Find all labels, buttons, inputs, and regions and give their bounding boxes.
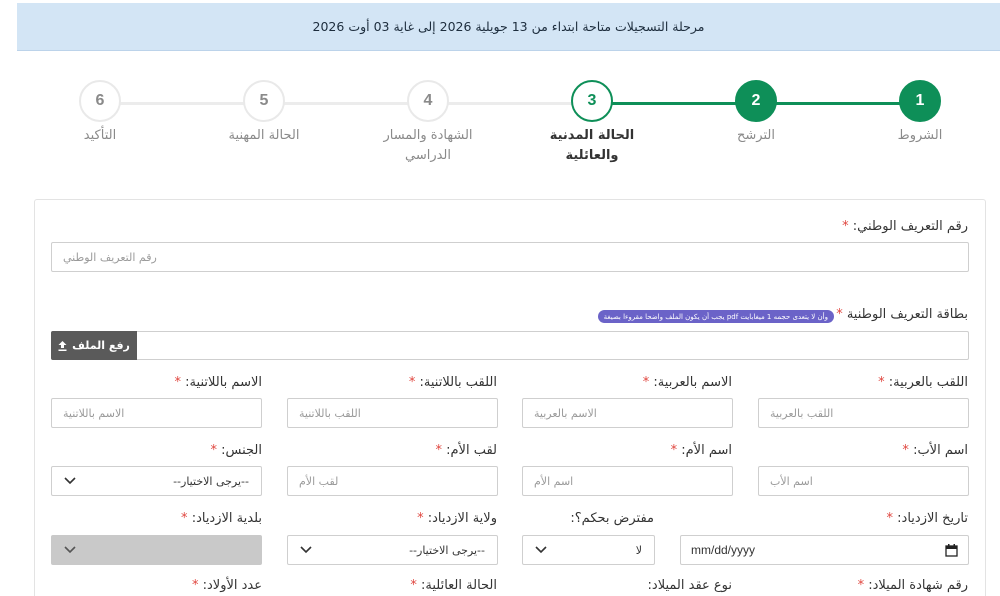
step-education[interactable]: 4 الشهادة والمسار الدراسي (358, 80, 498, 166)
step-professional-status[interactable]: 5 الحالة المهنية (194, 80, 334, 146)
presumed-label: مفترض بحكم؟: (570, 511, 654, 526)
calendar-icon[interactable] (945, 543, 958, 557)
father-name-input[interactable]: اسم الأب (758, 466, 969, 496)
chevron-down-icon (64, 546, 76, 554)
registration-period-banner: مرحلة التسجيلات متاحة ابتداء من 13 جويلي… (17, 3, 1000, 51)
mother-name-input[interactable]: اسم الأم (522, 466, 733, 496)
mother-name-label: اسم الأم: * (670, 443, 732, 458)
banner-text: مرحلة التسجيلات متاحة ابتداء من 13 جويلي… (312, 19, 705, 34)
children-count-label: عدد الأولاد: * (191, 578, 262, 593)
id-card-label: بطاقة التعريف الوطنية * (836, 307, 968, 322)
presumed-select-value: لا (635, 543, 642, 557)
birth-date-input[interactable]: mm/dd/yyyy (680, 535, 969, 565)
birth-commune-select[interactable] (51, 535, 262, 565)
step-conditions[interactable]: 1 الشروط (850, 80, 990, 146)
upload-file-button[interactable]: رفع الملف (51, 331, 137, 360)
file-requirements-badge: يجب أن يكون الملف واضحا مقروءا بصيغة pdf… (597, 310, 834, 323)
birth-date-label: تاريخ الازدياد: * (886, 511, 968, 526)
step-label: الشهادة والمسار الدراسي (358, 126, 498, 166)
chevron-down-icon (300, 546, 312, 554)
first-name-lat-input[interactable]: الاسم باللاتنية (51, 398, 262, 428)
birth-wilaya-select-value: --يرجى الاختيار-- (409, 543, 485, 557)
birth-date-value: mm/dd/yyyy (691, 543, 756, 557)
first-name-ar-label: الاسم بالعربية: * (642, 375, 732, 390)
national-id-label: رقم التعريف الوطني: * (842, 219, 968, 234)
family-status-label: الحالة العائلية: * (410, 578, 497, 593)
birth-cert-no-label: رقم شهادة الميلاد: * (857, 578, 968, 593)
upload-icon (58, 340, 67, 351)
step-label: التأكيد (83, 128, 117, 143)
birth-wilaya-label: ولاية الازدياد: * (417, 511, 497, 526)
mother-last-name-label: لقب الأم: * (435, 443, 497, 458)
step-label: الحالة المهنية (228, 128, 300, 143)
father-name-label: اسم الأب: * (902, 443, 968, 458)
step-label: الشروط (897, 128, 943, 143)
step-civil-status[interactable]: 3 الحالة المدنية والعائلية (522, 80, 662, 166)
step-label-line: الشهادة والمسار (383, 128, 473, 143)
presumed-select[interactable]: لا (522, 535, 655, 565)
birth-wilaya-select[interactable]: --يرجى الاختيار-- (287, 535, 498, 565)
step-number: 1 (899, 80, 941, 122)
step-number: 6 (79, 80, 121, 122)
step-number: 2 (735, 80, 777, 122)
step-confirmation[interactable]: 6 التأكيد (30, 80, 170, 146)
chevron-down-icon (64, 477, 76, 485)
upload-file-label: رفع الملف (72, 339, 130, 352)
step-number: 3 (571, 80, 613, 122)
last-name-lat-label: اللقب باللاتنية: * (408, 375, 497, 390)
birth-cert-type-label: نوع عقد الميلاد: (647, 578, 732, 593)
gender-select-value: --يرجى الاختيار-- (173, 474, 249, 488)
birth-commune-label: بلدية الازدياد: * (181, 511, 262, 526)
first-name-lat-label: الاسم باللاتنية: * (174, 375, 262, 390)
chevron-down-icon (535, 546, 547, 554)
step-number: 5 (243, 80, 285, 122)
last-name-ar-input[interactable]: اللقب بالعربية (758, 398, 969, 428)
step-number: 4 (407, 80, 449, 122)
gender-label: الجنس: * (210, 443, 262, 458)
step-label: الترشح (737, 128, 775, 143)
step-label-line: الدراسي (404, 148, 451, 163)
last-name-ar-label: اللقب بالعربية: * (878, 375, 968, 390)
step-label: الحالة المدنية والعائلية (549, 128, 635, 163)
gender-select[interactable]: --يرجى الاختيار-- (51, 466, 262, 496)
id-card-file-input[interactable] (51, 331, 969, 360)
first-name-ar-input[interactable]: الاسم بالعربية (522, 398, 733, 428)
national-id-input[interactable]: رقم التعريف الوطني (51, 242, 969, 272)
mother-last-name-input[interactable]: لقب الأم (287, 466, 498, 496)
last-name-lat-input[interactable]: اللقب باللاتنية (287, 398, 498, 428)
step-candidacy[interactable]: 2 الترشح (686, 80, 826, 146)
registration-stepper: 1 الشروط 2 الترشح 3 الحالة المدنية والعا… (0, 80, 1000, 180)
